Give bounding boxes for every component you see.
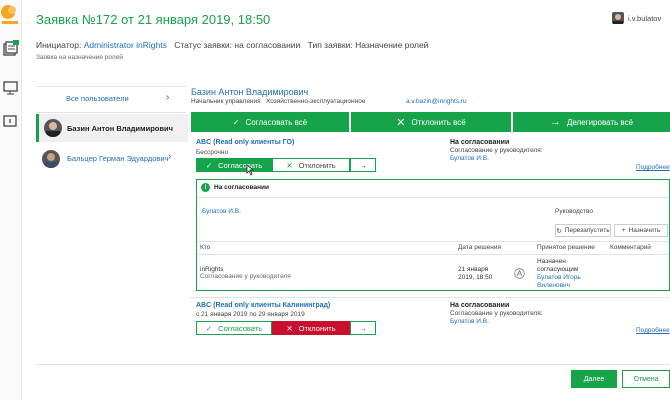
row-decision: Назначен согласующим	[537, 258, 579, 273]
cancel-button[interactable]: Отмена	[622, 370, 670, 388]
person-email[interactable]: a.v.bazin@inrights.ru	[406, 98, 467, 105]
type-value: Назначение ролей	[355, 40, 429, 50]
assign-button[interactable]: + Назначить	[614, 224, 668, 237]
approval-label: Согласование у руководителя:	[450, 147, 543, 154]
reject-all-button[interactable]: ✕ Отклонить всё	[351, 112, 511, 132]
delegate-all-button[interactable]: → Делегировать всё	[513, 112, 670, 132]
panel-approver-link[interactable]: Булатов И.В.	[202, 208, 241, 215]
panel-title: На согласовании	[214, 184, 270, 191]
request-info: Инициатор: Administrator inRights Статус…	[36, 40, 428, 50]
info-icon: i	[201, 183, 210, 192]
role-period: с 21 января 2019 по 29 января 2019	[196, 311, 305, 318]
details-link[interactable]: Подробнее	[636, 327, 670, 334]
arrow-right-icon: →	[549, 116, 561, 128]
reject-button[interactable]: ✕ Отклонить	[272, 158, 350, 172]
avatar	[44, 119, 62, 137]
column-comment: Комментарий	[610, 244, 651, 251]
approve-all-button[interactable]: ✓ Согласовать всё	[191, 112, 349, 132]
row-decision-person[interactable]: Булатов Игорь Виленович	[537, 274, 587, 290]
refresh-icon: ↻	[556, 227, 562, 235]
approve-button[interactable]: ✓ Согласовать	[196, 158, 272, 172]
person-position: Начальник управления	[191, 98, 261, 105]
message-icon[interactable]	[2, 114, 20, 130]
initiator-link[interactable]: Administrator inRights	[84, 40, 167, 50]
row-date: 21 января 2019, 18:50	[458, 266, 493, 281]
delegate-button[interactable]: →	[350, 158, 376, 172]
arrow-right-icon: →	[359, 323, 367, 333]
user-circle-icon	[514, 266, 525, 279]
next-button[interactable]: Далее	[571, 370, 617, 388]
details-link[interactable]: Подробнее	[636, 164, 670, 171]
selected-person-name: Базин Антон Владимирович	[191, 87, 309, 97]
people-item[interactable]: Бальцер Герман Эдуардович	[67, 154, 168, 163]
left-rail	[0, 0, 22, 400]
arrow-right-icon: →	[359, 160, 367, 170]
chevron-right-icon[interactable]: ›	[168, 151, 171, 162]
role-status: На согласовании	[450, 139, 510, 146]
delegate-button[interactable]: →	[350, 321, 376, 335]
chevron-right-icon[interactable]: ›	[166, 92, 169, 103]
approver-link[interactable]: Булатов И.В.	[450, 155, 489, 162]
check-icon: ✓	[205, 160, 213, 170]
status-label: Статус заявки:	[174, 40, 233, 50]
page-title: Заявка №172 от 21 января 2019, 18:50	[36, 12, 271, 27]
cursor-icon	[244, 163, 255, 176]
close-icon: ✕	[286, 160, 293, 170]
type-label: Тип заявки:	[307, 40, 353, 50]
status-value: на согласовании	[234, 40, 301, 50]
row-who: inRights	[200, 266, 224, 273]
approval-label: Согласование у руководителя:	[450, 310, 543, 317]
logo-icon	[0, 2, 20, 28]
check-icon: ✓	[232, 117, 240, 127]
role-period: Бессрочно	[196, 149, 229, 156]
avatar[interactable]	[612, 12, 624, 24]
avatar	[42, 150, 60, 168]
check-icon: ✓	[205, 323, 213, 333]
column-who: Кто	[200, 244, 211, 251]
role-title[interactable]: ABC (Read only клиенты ГО)	[196, 139, 294, 146]
approver-link[interactable]: Булатов И.В.	[450, 318, 489, 325]
column-date: Дата решения	[458, 244, 501, 251]
approve-button[interactable]: ✓ Согласовать	[196, 321, 272, 335]
request-subtitle: Заявка на назначение ролей	[36, 54, 123, 61]
monitor-icon[interactable]	[2, 80, 20, 96]
user-name[interactable]: i.v.bulatov	[628, 14, 661, 23]
initiator-label: Инициатор:	[36, 40, 82, 50]
person-department: Хозяйственно-эксплуатационное	[266, 98, 366, 105]
row-who-sub: Согласование у руководителя	[200, 273, 291, 280]
role-title[interactable]: ABC (Read only клиенты Калининград)	[196, 302, 330, 309]
restart-button[interactable]: ↻ Перезапустить	[555, 224, 611, 237]
requests-icon[interactable]	[2, 40, 20, 58]
column-decision: Принятое решение	[537, 244, 595, 251]
reject-button[interactable]: ✕ Отклонить	[272, 321, 350, 335]
close-icon: ✕	[396, 116, 406, 129]
plus-icon: +	[621, 227, 626, 234]
all-users-link[interactable]: Все пользователи	[66, 94, 129, 103]
close-icon: ✕	[286, 323, 293, 333]
person-name: Базин Антон Владимирович	[67, 124, 173, 133]
panel-role: Руководство	[555, 208, 593, 215]
role-status: На согласовании	[450, 302, 510, 309]
